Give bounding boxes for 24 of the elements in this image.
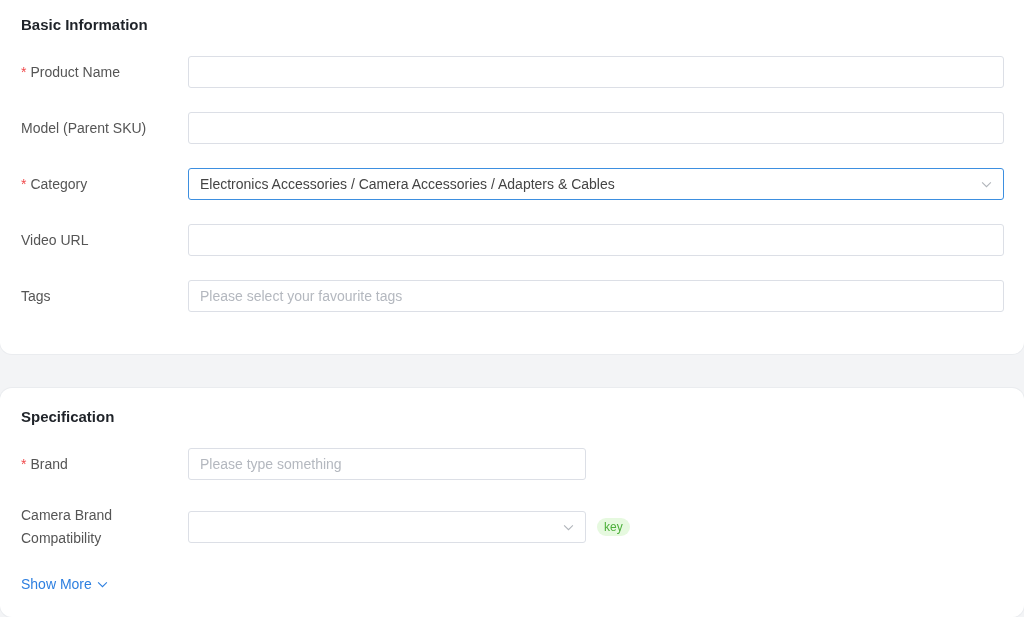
label-text: Brand (30, 455, 68, 472)
input-field[interactable] (188, 224, 1004, 256)
label-text: Category (30, 175, 88, 192)
required-marker: * (21, 455, 27, 472)
input-field[interactable] (188, 56, 1004, 88)
input-field[interactable]: Please select your favourite tags (188, 280, 1004, 312)
chevron-down-icon (981, 180, 992, 188)
select-field[interactable]: Electronics Accessories / Camera Accessories / Adapters & Cables (188, 168, 1004, 200)
input-field[interactable]: Please type something (188, 448, 586, 480)
required-marker: * (21, 63, 27, 80)
section-title: Basic Information (21, 15, 149, 35)
field-label: Model (Parent SKU) (21, 118, 148, 138)
label-text: Product Name (30, 63, 120, 80)
chevron-down-icon (563, 523, 574, 531)
field-label: Tags (21, 286, 52, 306)
section-title: Specification (21, 407, 116, 427)
key-badge: key (597, 518, 630, 536)
input-field[interactable] (188, 112, 1004, 144)
chevron-down-icon (96, 580, 108, 588)
field-label: Camera Brand Compatibility (21, 506, 114, 548)
show-more-link[interactable]: Show More (21, 574, 108, 594)
field-label: Video URL (21, 230, 90, 250)
required-marker: * (21, 175, 27, 192)
select-field[interactable] (188, 511, 586, 543)
